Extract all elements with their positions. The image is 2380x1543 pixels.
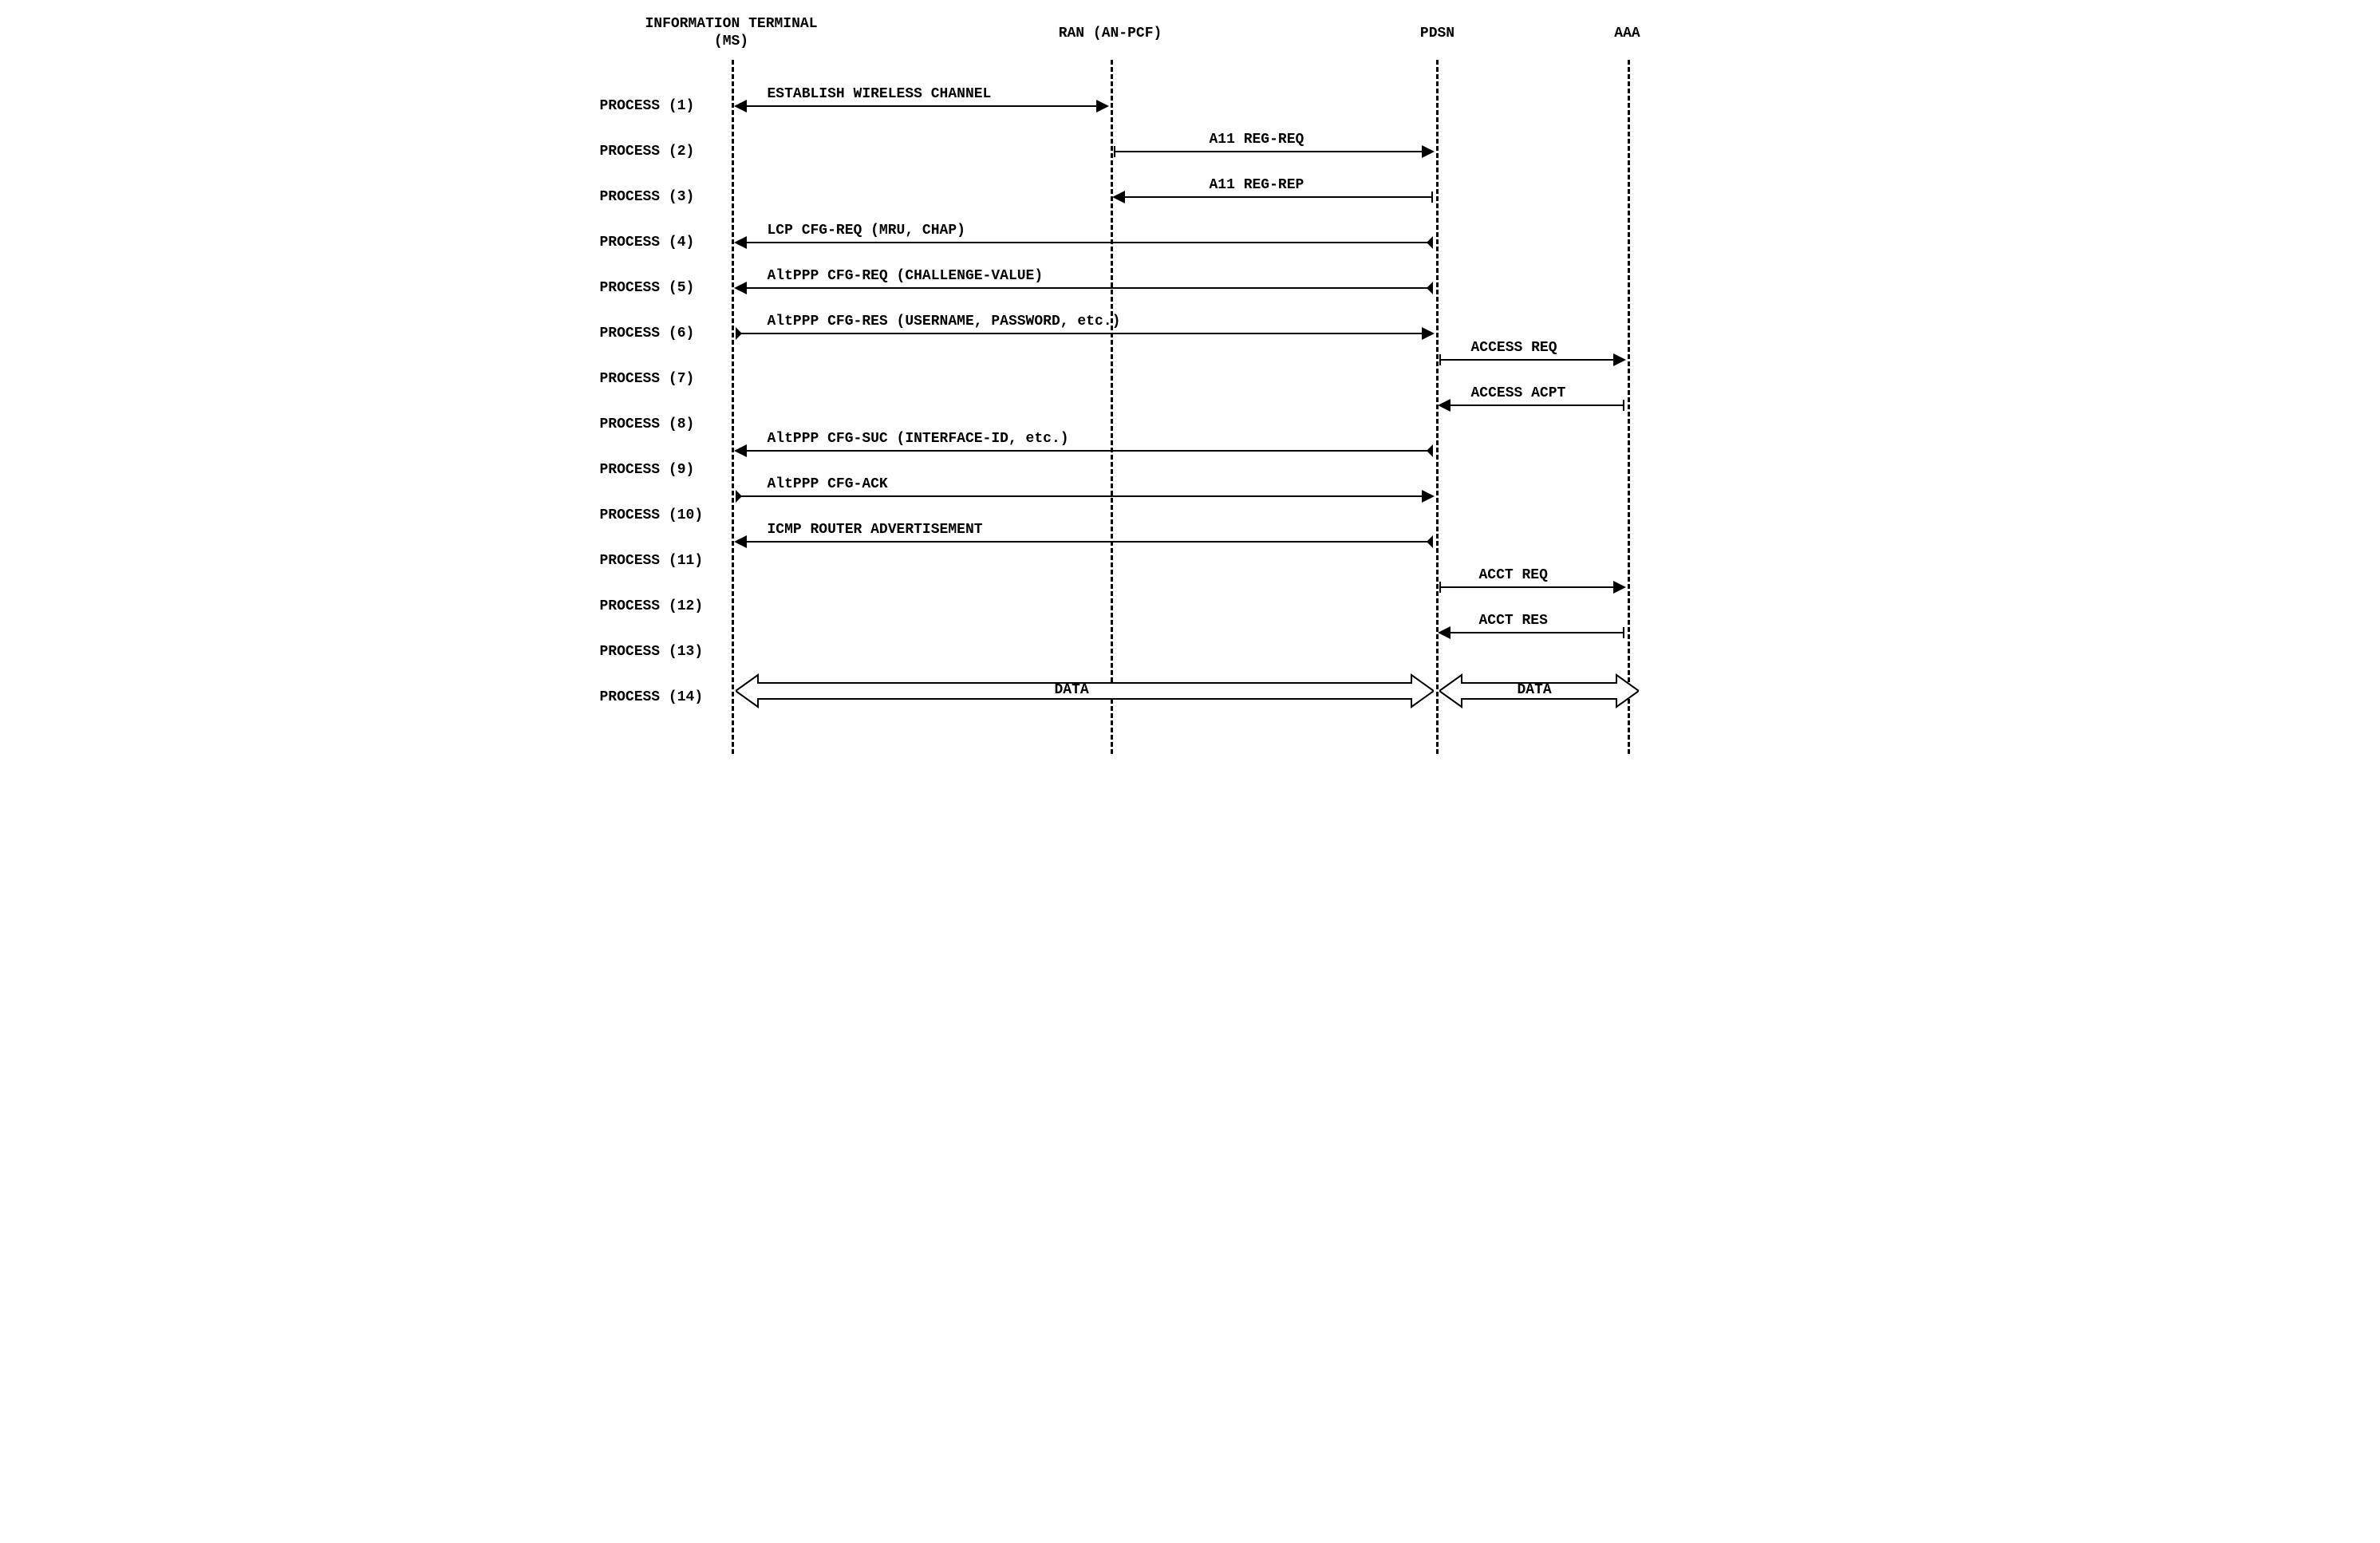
arrow-p10-label: AltPPP CFG-ACK — [768, 476, 888, 492]
lifeline-header-ran: RAN (AN-PCF) — [1047, 26, 1174, 43]
arrow-p1-label: ESTABLISH WIRELESS CHANNEL — [768, 86, 992, 102]
process-14-label: PROCESS (14) — [600, 689, 704, 705]
arrow-p2: A11 REG-REQ — [1114, 151, 1433, 152]
lifeline-ms-line1: INFORMATION TERMINAL — [645, 16, 817, 32]
process-9-label: PROCESS (9) — [600, 462, 695, 478]
arrow-p4: LCP CFG-REQ (MRU, CHAP) — [736, 242, 1433, 243]
process-3-label: PROCESS (3) — [600, 189, 695, 205]
arrow-p6-label: AltPPP CFG-RES (USERNAME, PASSWORD, etc.… — [768, 314, 1121, 330]
arrow-p9-label: AltPPP CFG-SUC (INTERFACE-ID, etc.) — [768, 431, 1069, 447]
lifeline-header-pdsn: PDSN — [1406, 26, 1470, 43]
lifeline-aaa-label: AAA — [1614, 26, 1640, 41]
arrow-p13: ACCT RES — [1439, 632, 1624, 633]
arrow-p12: ACCT REQ — [1439, 586, 1624, 588]
arrow-p3-label: A11 REG-REP — [1210, 177, 1304, 193]
arrow-p11-label: ICMP ROUTER ADVERTISEMENT — [768, 522, 983, 538]
process-1-label: PROCESS (1) — [600, 98, 695, 114]
process-6-label: PROCESS (6) — [600, 326, 695, 341]
process-5-label: PROCESS (5) — [600, 280, 695, 296]
lifeline-header-aaa: AAA — [1604, 26, 1652, 43]
arrow-p12-label: ACCT REQ — [1479, 567, 1548, 583]
arrow-p2-label: A11 REG-REQ — [1210, 132, 1304, 148]
arrow-p13-label: ACCT RES — [1479, 613, 1548, 629]
arrow-p9: AltPPP CFG-SUC (INTERFACE-ID, etc.) — [736, 450, 1433, 452]
process-7-label: PROCESS (7) — [600, 371, 695, 387]
process-13-label: PROCESS (13) — [600, 644, 704, 660]
arrow-p5: AltPPP CFG-REQ (CHALLENGE-VALUE) — [736, 287, 1433, 289]
arrow-p11: ICMP ROUTER ADVERTISEMENT — [736, 541, 1433, 543]
arrow-p3: A11 REG-REP — [1114, 196, 1433, 198]
arrow-p8: ACCESS ACPT — [1439, 404, 1624, 406]
process-10-label: PROCESS (10) — [600, 507, 704, 523]
sequence-diagram: INFORMATION TERMINAL (MS) RAN (AN-PCF) P… — [600, 16, 1781, 774]
arrow-p4-label: LCP CFG-REQ (MRU, CHAP) — [768, 223, 965, 239]
lifeline-ms-line2: (MS) — [714, 34, 748, 49]
process-4-label: PROCESS (4) — [600, 235, 695, 251]
process-2-label: PROCESS (2) — [600, 144, 695, 160]
arrow-p5-label: AltPPP CFG-REQ (CHALLENGE-VALUE) — [768, 268, 1044, 284]
process-8-label: PROCESS (8) — [600, 416, 695, 432]
arrow-p7: ACCESS REQ — [1439, 359, 1624, 361]
hollow-arrow-p14-left-label: DATA — [1055, 682, 1089, 698]
lifeline-pdsn-label: PDSN — [1420, 26, 1454, 41]
arrow-p1: ESTABLISH WIRELESS CHANNEL — [736, 105, 1107, 107]
process-11-label: PROCESS (11) — [600, 553, 704, 569]
hollow-arrow-p14-right-label: DATA — [1518, 682, 1552, 698]
arrow-p6: AltPPP CFG-RES (USERNAME, PASSWORD, etc.… — [736, 333, 1433, 334]
lifeline-ran — [1111, 60, 1113, 754]
lifeline-ms — [732, 60, 734, 754]
lifeline-ran-label: RAN (AN-PCF) — [1059, 26, 1162, 41]
lifeline-aaa — [1628, 60, 1630, 754]
lifeline-header-ms: INFORMATION TERMINAL (MS) — [644, 16, 819, 50]
arrow-p10: AltPPP CFG-ACK — [736, 495, 1433, 497]
arrow-p8-label: ACCESS ACPT — [1471, 385, 1566, 401]
arrow-p7-label: ACCESS REQ — [1471, 340, 1557, 356]
process-12-label: PROCESS (12) — [600, 598, 704, 614]
